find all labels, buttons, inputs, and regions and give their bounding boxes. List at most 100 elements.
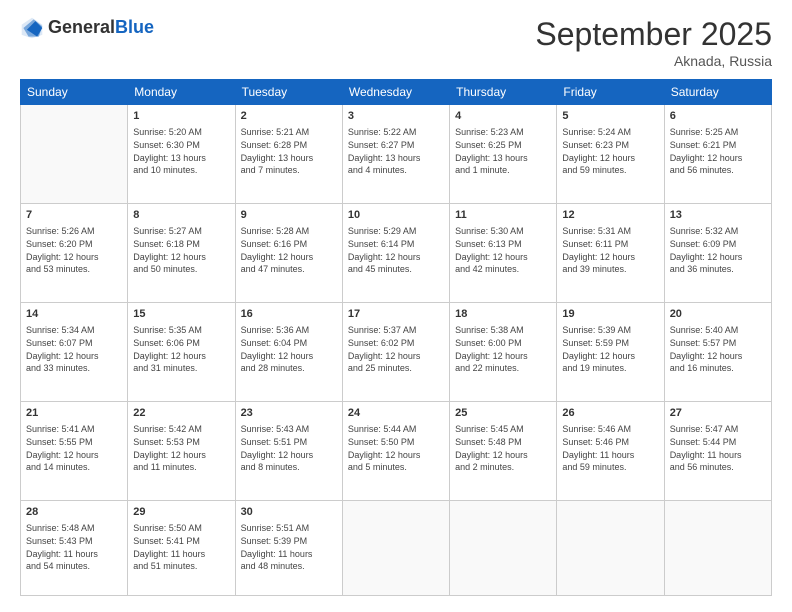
week-row-3: 14 Sunrise: 5:34 AM Sunset: 6:07 PM Dayli… [21, 303, 772, 402]
day-info: Sunrise: 5:47 AM Sunset: 5:44 PM Dayligh… [670, 423, 766, 473]
day-info: Sunrise: 5:28 AM Sunset: 6:16 PM Dayligh… [241, 225, 337, 275]
day-info: Sunrise: 5:24 AM Sunset: 6:23 PM Dayligh… [562, 126, 658, 176]
cell-w4-d4: 24Sunrise: 5:44 AM Sunset: 5:50 PM Dayli… [342, 402, 449, 501]
day-info: Sunrise: 5:26 AM Sunset: 6:20 PM Dayligh… [26, 225, 122, 275]
cell-w5-d6 [557, 501, 664, 596]
day-number: 22 [133, 406, 229, 421]
day-info: Sunrise: 5:34 AM Sunset: 6:07 PM Dayligh… [26, 324, 122, 374]
week-row-4: 21Sunrise: 5:41 AM Sunset: 5:55 PM Dayli… [21, 402, 772, 501]
cell-w4-d7: 27 Sunrise: 5:47 AM Sunset: 5:44 PM Dayli… [664, 402, 771, 501]
day-info: Sunrise: 5:46 AM Sunset: 5:46 PM Dayligh… [562, 423, 658, 473]
day-info: Sunrise: 5:45 AM Sunset: 5:48 PM Dayligh… [455, 423, 551, 473]
cell-w1-d2: 1 Sunrise: 5:20 AM Sunset: 6:30 PM Daylig… [128, 105, 235, 204]
cell-w3-d7: 20Sunrise: 5:40 AM Sunset: 5:57 PM Dayli… [664, 303, 771, 402]
cell-w3-d4: 17Sunrise: 5:37 AM Sunset: 6:02 PM Dayli… [342, 303, 449, 402]
cell-w1-d3: 2 Sunrise: 5:21 AM Sunset: 6:28 PM Daylig… [235, 105, 342, 204]
col-tuesday: Tuesday [235, 80, 342, 105]
col-thursday: Thursday [450, 80, 557, 105]
cell-w2-d6: 12Sunrise: 5:31 AM Sunset: 6:11 PM Dayli… [557, 204, 664, 303]
day-number: 14 [26, 307, 122, 322]
day-info: Sunrise: 5:35 AM Sunset: 6:06 PM Dayligh… [133, 324, 229, 374]
day-number: 6 [670, 109, 766, 124]
col-friday: Friday [557, 80, 664, 105]
day-number: 13 [670, 208, 766, 223]
cell-w3-d2: 15 Sunrise: 5:35 AM Sunset: 6:06 PM Dayli… [128, 303, 235, 402]
cell-w5-d2: 29 Sunrise: 5:50 AM Sunset: 5:41 PM Dayli… [128, 501, 235, 596]
day-number: 16 [241, 307, 337, 322]
cell-w4-d3: 23 Sunrise: 5:43 AM Sunset: 5:51 PM Dayli… [235, 402, 342, 501]
day-info: Sunrise: 5:44 AM Sunset: 5:50 PM Dayligh… [348, 423, 444, 473]
cell-w2-d4: 10 Sunrise: 5:29 AM Sunset: 6:14 PM Dayli… [342, 204, 449, 303]
day-info: Sunrise: 5:37 AM Sunset: 6:02 PM Dayligh… [348, 324, 444, 374]
logo: GeneralBlue [20, 16, 154, 40]
cell-w5-d5 [450, 501, 557, 596]
day-number: 7 [26, 208, 122, 223]
day-number: 1 [133, 109, 229, 124]
day-info: Sunrise: 5:40 AM Sunset: 5:57 PM Dayligh… [670, 324, 766, 374]
day-info: Sunrise: 5:22 AM Sunset: 6:27 PM Dayligh… [348, 126, 444, 176]
cell-w1-d6: 5Sunrise: 5:24 AM Sunset: 6:23 PM Daylig… [557, 105, 664, 204]
cell-w1-d4: 3 Sunrise: 5:22 AM Sunset: 6:27 PM Daylig… [342, 105, 449, 204]
day-number: 2 [241, 109, 337, 124]
day-number: 30 [241, 505, 337, 520]
cell-w4-d2: 22 Sunrise: 5:42 AM Sunset: 5:53 PM Dayli… [128, 402, 235, 501]
location: Aknada, Russia [535, 53, 772, 69]
header: GeneralBlue September 2025 Aknada, Russi… [20, 16, 772, 69]
day-number: 8 [133, 208, 229, 223]
day-info: Sunrise: 5:29 AM Sunset: 6:14 PM Dayligh… [348, 225, 444, 275]
logo-general: General [48, 17, 115, 37]
col-monday: Monday [128, 80, 235, 105]
week-row-2: 7 Sunrise: 5:26 AM Sunset: 6:20 PM Daylig… [21, 204, 772, 303]
header-row: Sunday Monday Tuesday Wednesday Thursday… [21, 80, 772, 105]
logo-icon [20, 16, 44, 40]
day-info: Sunrise: 5:39 AM Sunset: 5:59 PM Dayligh… [562, 324, 658, 374]
day-number: 3 [348, 109, 444, 124]
col-wednesday: Wednesday [342, 80, 449, 105]
cell-w5-d1: 28 Sunrise: 5:48 AM Sunset: 5:43 PM Dayli… [21, 501, 128, 596]
day-number: 23 [241, 406, 337, 421]
cell-w3-d5: 18 Sunrise: 5:38 AM Sunset: 6:00 PM Dayli… [450, 303, 557, 402]
cell-w3-d1: 14 Sunrise: 5:34 AM Sunset: 6:07 PM Dayli… [21, 303, 128, 402]
page: GeneralBlue September 2025 Aknada, Russi… [0, 0, 792, 612]
calendar-table: Sunday Monday Tuesday Wednesday Thursday… [20, 79, 772, 596]
cell-w1-d1 [21, 105, 128, 204]
cell-w4-d1: 21Sunrise: 5:41 AM Sunset: 5:55 PM Dayli… [21, 402, 128, 501]
day-info: Sunrise: 5:36 AM Sunset: 6:04 PM Dayligh… [241, 324, 337, 374]
day-info: Sunrise: 5:43 AM Sunset: 5:51 PM Dayligh… [241, 423, 337, 473]
cell-w4-d5: 25Sunrise: 5:45 AM Sunset: 5:48 PM Dayli… [450, 402, 557, 501]
cell-w5-d7 [664, 501, 771, 596]
cell-w2-d2: 8 Sunrise: 5:27 AM Sunset: 6:18 PM Daylig… [128, 204, 235, 303]
day-info: Sunrise: 5:31 AM Sunset: 6:11 PM Dayligh… [562, 225, 658, 275]
day-info: Sunrise: 5:20 AM Sunset: 6:30 PM Dayligh… [133, 126, 229, 176]
day-info: Sunrise: 5:50 AM Sunset: 5:41 PM Dayligh… [133, 522, 229, 572]
month-title: September 2025 [535, 16, 772, 53]
cell-w2-d3: 9Sunrise: 5:28 AM Sunset: 6:16 PM Daylig… [235, 204, 342, 303]
day-info: Sunrise: 5:51 AM Sunset: 5:39 PM Dayligh… [241, 522, 337, 572]
day-number: 11 [455, 208, 551, 223]
day-info: Sunrise: 5:30 AM Sunset: 6:13 PM Dayligh… [455, 225, 551, 275]
week-row-5: 28 Sunrise: 5:48 AM Sunset: 5:43 PM Dayli… [21, 501, 772, 596]
day-number: 28 [26, 505, 122, 520]
day-number: 29 [133, 505, 229, 520]
day-info: Sunrise: 5:42 AM Sunset: 5:53 PM Dayligh… [133, 423, 229, 473]
day-info: Sunrise: 5:27 AM Sunset: 6:18 PM Dayligh… [133, 225, 229, 275]
cell-w2-d1: 7 Sunrise: 5:26 AM Sunset: 6:20 PM Daylig… [21, 204, 128, 303]
day-number: 19 [562, 307, 658, 322]
cell-w3-d6: 19 Sunrise: 5:39 AM Sunset: 5:59 PM Dayli… [557, 303, 664, 402]
day-number: 18 [455, 307, 551, 322]
day-info: Sunrise: 5:38 AM Sunset: 6:00 PM Dayligh… [455, 324, 551, 374]
day-info: Sunrise: 5:25 AM Sunset: 6:21 PM Dayligh… [670, 126, 766, 176]
col-sunday: Sunday [21, 80, 128, 105]
day-info: Sunrise: 5:23 AM Sunset: 6:25 PM Dayligh… [455, 126, 551, 176]
day-number: 10 [348, 208, 444, 223]
cell-w1-d5: 4 Sunrise: 5:23 AM Sunset: 6:25 PM Daylig… [450, 105, 557, 204]
day-info: Sunrise: 5:48 AM Sunset: 5:43 PM Dayligh… [26, 522, 122, 572]
day-number: 27 [670, 406, 766, 421]
title-block: September 2025 Aknada, Russia [535, 16, 772, 69]
day-number: 15 [133, 307, 229, 322]
logo-text-block: GeneralBlue [48, 18, 154, 38]
cell-w2-d7: 13Sunrise: 5:32 AM Sunset: 6:09 PM Dayli… [664, 204, 771, 303]
day-number: 4 [455, 109, 551, 124]
day-info: Sunrise: 5:21 AM Sunset: 6:28 PM Dayligh… [241, 126, 337, 176]
logo-blue: Blue [115, 17, 154, 37]
